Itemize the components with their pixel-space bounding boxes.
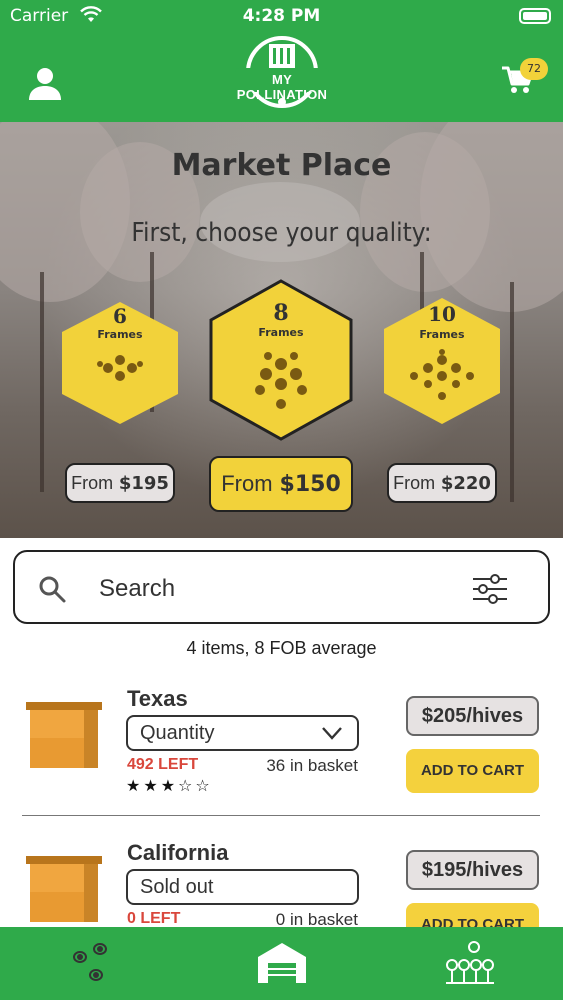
quantity-dropdown[interactable]: Sold out bbox=[126, 869, 359, 905]
product-row: California Sold out 0 LEFT 0 in basket $… bbox=[0, 840, 563, 930]
price-tag: $195/hives bbox=[406, 850, 539, 890]
add-to-cart-button[interactable]: ADD TO CART bbox=[406, 749, 539, 793]
chevron-down-icon bbox=[322, 727, 342, 740]
price-value: $195 bbox=[118, 473, 169, 494]
tree-trunk bbox=[40, 272, 44, 492]
basket-count: 36 in basket bbox=[266, 756, 358, 775]
search-icon bbox=[39, 576, 66, 603]
from-label: From bbox=[221, 471, 273, 496]
quality-option-6[interactable]: 6 Frames bbox=[60, 300, 180, 426]
warehouse-icon[interactable] bbox=[252, 935, 312, 991]
row-divider bbox=[22, 815, 540, 816]
product-name: Texas bbox=[127, 686, 188, 711]
product-name: California bbox=[127, 840, 229, 865]
bees-icon[interactable] bbox=[66, 935, 126, 991]
user-icon[interactable] bbox=[26, 64, 64, 102]
from-label: From bbox=[393, 473, 436, 493]
frames-number: 10 bbox=[428, 302, 456, 326]
quantity-dropdown[interactable]: Quantity bbox=[126, 715, 359, 751]
product-row: Texas Quantity 492 LEFT 36 in basket ★★★… bbox=[0, 686, 563, 806]
page-title: Market Place bbox=[171, 148, 392, 183]
frames-label: Frames bbox=[97, 328, 143, 341]
filter-sliders-icon[interactable] bbox=[471, 574, 509, 604]
search-input[interactable] bbox=[99, 572, 439, 606]
search-bar bbox=[13, 550, 550, 624]
price-value: $220 bbox=[440, 473, 491, 494]
app-header: Carrier 4:28 PM MY POLLINATION 72 bbox=[0, 0, 563, 122]
clock: 4:28 PM bbox=[242, 6, 321, 26]
hive-box-image bbox=[26, 702, 102, 768]
price-button-6[interactable]: From $195 bbox=[65, 463, 175, 503]
quantity-label: Sold out bbox=[140, 876, 214, 898]
orchard-icon[interactable] bbox=[440, 935, 500, 991]
stock-left: 0 LEFT bbox=[127, 910, 181, 927]
frames-label: Frames bbox=[419, 328, 465, 341]
quantity-label: Quantity bbox=[140, 722, 215, 744]
add-to-cart-button[interactable]: ADD TO CART bbox=[406, 903, 539, 930]
price-tag: $205/hives bbox=[406, 696, 539, 736]
bottom-navigation bbox=[0, 927, 563, 1000]
quality-option-8[interactable]: 8 Frames bbox=[208, 278, 354, 442]
status-bar: Carrier 4:28 PM bbox=[0, 0, 563, 32]
results-summary: 4 items, 8 FOB average bbox=[186, 638, 377, 658]
app-logo: MY POLLINATION bbox=[233, 34, 331, 114]
rating-stars: ★★★☆☆ bbox=[126, 776, 213, 795]
quality-option-10[interactable]: 10 Frames bbox=[382, 296, 502, 426]
quality-prompt: First, choose your quality: bbox=[131, 218, 432, 248]
frames-number: 8 bbox=[273, 300, 289, 326]
frames-label: Frames bbox=[258, 326, 304, 339]
hive-box-image bbox=[26, 856, 102, 922]
from-label: From bbox=[71, 473, 114, 493]
price-button-10[interactable]: From $220 bbox=[387, 463, 497, 503]
tree-trunk bbox=[510, 282, 514, 502]
price-button-8[interactable]: From $150 bbox=[209, 456, 353, 512]
logo-text: MY POLLINATION bbox=[236, 72, 328, 102]
cart-count-badge[interactable]: 72 bbox=[520, 58, 548, 80]
frames-number: 6 bbox=[113, 304, 127, 328]
battery-icon bbox=[519, 8, 551, 24]
stock-left: 492 LEFT bbox=[127, 756, 199, 773]
price-value: $150 bbox=[279, 472, 341, 497]
